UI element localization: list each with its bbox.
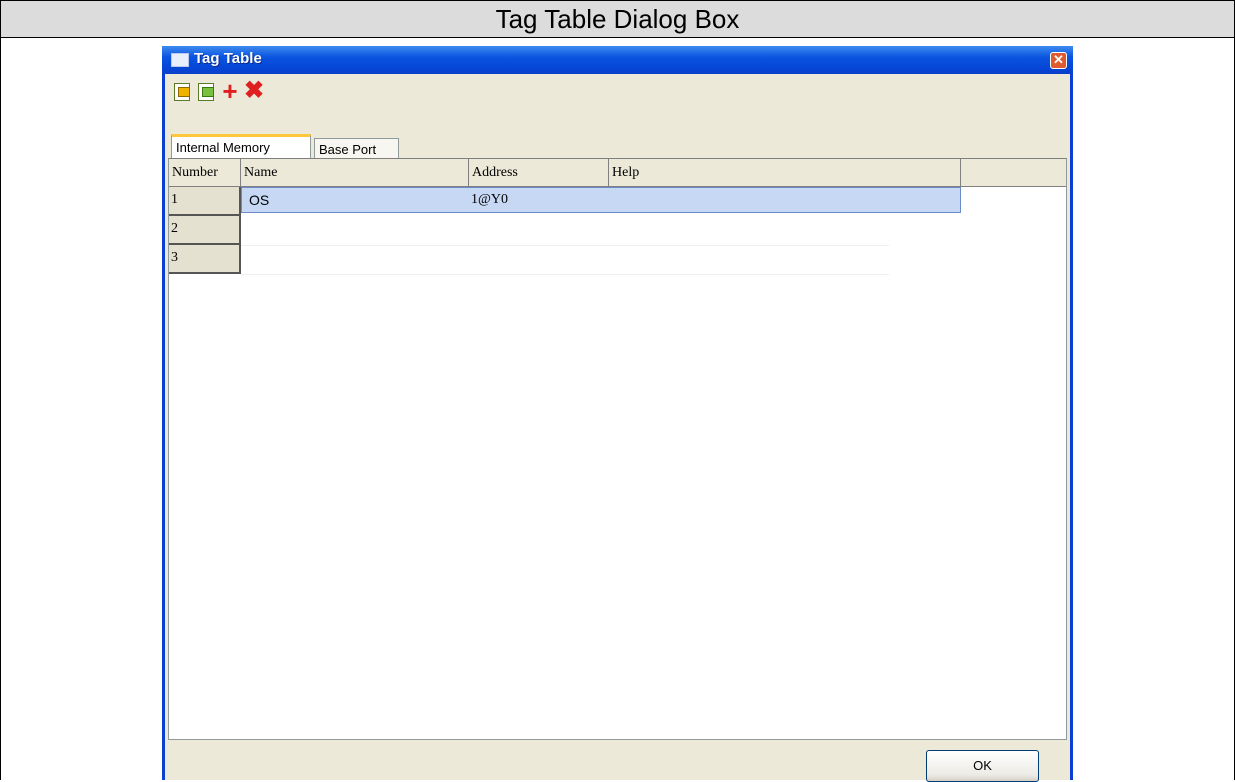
plus-icon: + <box>222 76 238 106</box>
tab-base-port[interactable]: Base Port <box>314 138 399 160</box>
export-button[interactable] <box>195 80 217 102</box>
window-icon <box>171 53 189 67</box>
close-icon: ✕ <box>1053 52 1064 67</box>
selected-row-highlight <box>241 187 961 213</box>
row-divider <box>241 274 889 275</box>
close-button[interactable]: ✕ <box>1050 52 1067 69</box>
tag-table-grid: Number Name Address Help 1 OS 1@Y0 2 3 <box>168 158 1067 740</box>
add-row-button[interactable]: + <box>219 78 241 104</box>
column-header-filler <box>961 159 1066 187</box>
table-cell-name[interactable]: OS <box>249 187 269 213</box>
export-icon <box>198 83 214 101</box>
dialog-button-bar: OK <box>168 746 1067 782</box>
row-divider <box>241 245 889 246</box>
figure-caption: Tag Table Dialog Box <box>1 1 1234 38</box>
tag-table-window: Tag Table ✕ + ✖ Internal Memory Base Por… <box>162 46 1073 782</box>
delete-row-button[interactable]: ✖ <box>243 77 265 104</box>
column-header-address[interactable]: Address <box>469 159 609 187</box>
row-header[interactable]: 2 <box>169 216 241 245</box>
import-button[interactable] <box>171 80 193 102</box>
column-header-number[interactable]: Number <box>169 159 241 187</box>
dialog-client-area: + ✖ Internal Memory Base Port Number Nam… <box>165 74 1070 782</box>
row-header[interactable]: 1 <box>169 187 241 216</box>
table-cell-address[interactable]: 1@Y0 <box>471 187 508 213</box>
column-header-help[interactable]: Help <box>609 159 961 187</box>
row-header[interactable]: 3 <box>169 245 241 274</box>
tab-internal-memory[interactable]: Internal Memory <box>171 134 311 159</box>
delete-x-icon: ✖ <box>243 77 265 104</box>
column-header-name[interactable]: Name <box>241 159 469 187</box>
window-title: Tag Table <box>194 50 262 67</box>
window-titlebar[interactable]: Tag Table ✕ <box>162 46 1073 74</box>
import-icon <box>174 83 190 101</box>
ok-button[interactable]: OK <box>926 750 1039 782</box>
